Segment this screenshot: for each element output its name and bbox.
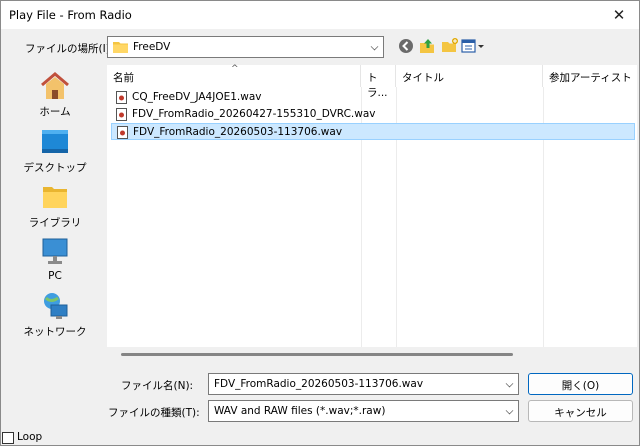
column-header-track[interactable]: トラ... [361,65,396,99]
file-name: CQ_FreeDV_JA4JOE1.wav [132,91,262,103]
close-button[interactable]: ✕ [607,3,631,27]
file-row[interactable]: FDV_FromRadio_20260427-155310_DVRC.wav [111,106,635,123]
desktop-icon [42,130,68,153]
filename-value: FDV_FromRadio_20260503-113706.wav [214,378,424,390]
location-value: FreeDV [133,41,171,53]
filetype-label: ファイルの種類(T): [108,407,200,419]
network-icon [44,293,68,319]
play-file-dialog: Play File - From Radio ✕ ファイルの場所(I): Fre… [0,0,640,446]
library-icon [43,187,67,208]
wav-file-icon [116,91,127,104]
place-pc[interactable]: PC [5,237,105,289]
place-library[interactable]: ライブラリ [5,182,105,234]
place-home[interactable]: ホーム [5,71,105,123]
filename-input[interactable]: FDV_FromRadio_20260503-113706.wav [208,373,519,395]
place-label: PC [48,270,62,282]
column-header-title[interactable]: タイトル [396,65,543,87]
filetype-value: WAV and RAW files (*.wav;*.raw) [214,405,386,417]
view-menu-icon[interactable] [461,37,485,55]
loop-label: Loop [17,431,43,443]
column-header-artist[interactable]: 参加アーティスト [543,65,637,87]
title-bar: Play File - From Radio ✕ [1,1,639,29]
pc-icon [42,238,68,264]
filetype-dropdown[interactable]: WAV and RAW files (*.wav;*.raw) [208,400,519,422]
column-header-name[interactable]: 名前 ^ [107,64,361,87]
home-icon [41,72,69,99]
window-title: Play File - From Radio [9,8,132,22]
file-row[interactable]: CQ_FreeDV_JA4JOE1.wav [111,89,635,106]
open-button[interactable]: 開く(O) [528,373,633,395]
sort-ascending-icon: ^ [231,64,239,74]
filename-label: ファイル名(N): [121,380,194,392]
folder-icon [113,42,128,53]
wav-file-icon [117,126,128,139]
horizontal-scrollbar[interactable] [121,353,513,356]
column-header-label: 名前 [113,72,134,84]
place-label: デスクトップ [23,162,87,174]
cancel-button[interactable]: キャンセル [528,400,633,422]
checkbox-box[interactable] [2,432,14,444]
place-network[interactable]: ネットワーク [5,291,105,343]
chevron-down-icon [505,406,514,415]
file-name: FDV_FromRadio_20260427-155310_DVRC.wav [132,108,376,120]
column-header-label: タイトル [402,72,444,84]
back-icon[interactable] [397,37,415,55]
new-folder-icon[interactable] [441,37,459,55]
place-label: ホーム [39,106,71,118]
column-header-label: 参加アーティスト [549,72,632,84]
place-label: ライブラリ [28,217,82,229]
location-dropdown[interactable]: FreeDV [107,36,384,58]
up-folder-icon[interactable] [419,37,437,55]
places-bar: ホーム デスクトップ ライブラリ PC ネットワーク [5,67,105,425]
file-list[interactable]: 名前 ^ トラ... タイトル 参加アーティスト CQ_FreeDV_JA4JO… [107,64,637,347]
file-row-selected[interactable]: FDV_FromRadio_20260503-113706.wav [111,123,635,140]
chevron-down-icon [505,379,514,388]
place-label: ネットワーク [23,326,87,338]
file-name: FDV_FromRadio_20260503-113706.wav [133,126,343,138]
location-label: ファイルの場所(I): [25,43,114,55]
wav-file-icon [116,108,127,121]
place-desktop[interactable]: デスクトップ [5,127,105,179]
chevron-down-icon [370,42,379,51]
